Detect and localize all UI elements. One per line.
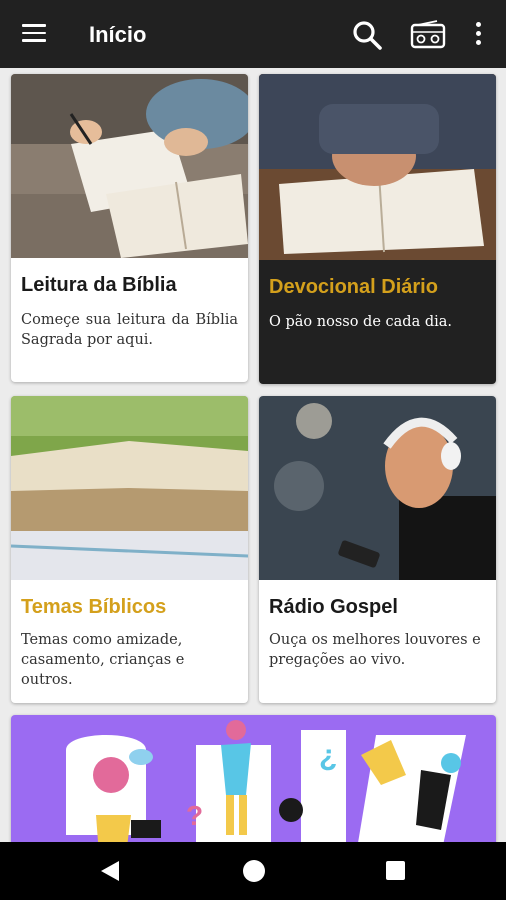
- hands-folded-over-open-bible-photo: [259, 74, 496, 260]
- open-old-book-on-grass-photo: [11, 396, 248, 580]
- page-title: Início: [89, 22, 147, 47]
- card-title: Temas Bíblicos: [21, 596, 167, 618]
- back-triangle-icon[interactable]: [101, 861, 119, 881]
- card-description: Temas como amizade, casamento, crianças …: [21, 632, 185, 688]
- radio-icon[interactable]: [410, 20, 446, 50]
- card-description: Começe sua leitura da Bíblia Sagrada por…: [21, 312, 238, 348]
- system-nav-bar: [0, 842, 506, 900]
- smiling-man-with-headphones-photo: [259, 396, 496, 580]
- person-writing-notes-with-open-bible-photo: [11, 74, 248, 258]
- card-description: Ouça os melhores louvores e pregações ao…: [269, 632, 481, 668]
- card-temas-biblicos[interactable]: Temas Bíblicos Temas como amizade, casam…: [11, 396, 248, 703]
- more-vert-icon[interactable]: [472, 22, 484, 48]
- card-description: O pão nosso de cada dia.: [269, 314, 452, 330]
- card-title: Rádio Gospel: [269, 596, 398, 618]
- hamburger-menu-icon[interactable]: [22, 24, 46, 42]
- quiz-illustration-banner: ¿ ?: [66, 720, 466, 855]
- svg-text:?: ?: [186, 800, 203, 831]
- card-title: Leitura da Bíblia: [21, 274, 177, 296]
- recent-apps-square-icon[interactable]: [386, 861, 405, 880]
- card-title: Devocional Diário: [269, 276, 438, 298]
- quiz-banner[interactable]: ¿ ?: [11, 715, 496, 855]
- home-circle-icon[interactable]: [243, 860, 265, 882]
- search-icon[interactable]: [350, 18, 384, 52]
- card-devocional-diario[interactable]: Devocional Diário O pão nosso de cada di…: [259, 74, 496, 384]
- svg-text:¿: ¿: [319, 739, 337, 772]
- card-radio-gospel[interactable]: Rádio Gospel Ouça os melhores louvores e…: [259, 396, 496, 703]
- card-leitura-da-biblia[interactable]: Leitura da Bíblia Começe sua leitura da …: [11, 74, 248, 382]
- app-bar: Início: [0, 0, 506, 68]
